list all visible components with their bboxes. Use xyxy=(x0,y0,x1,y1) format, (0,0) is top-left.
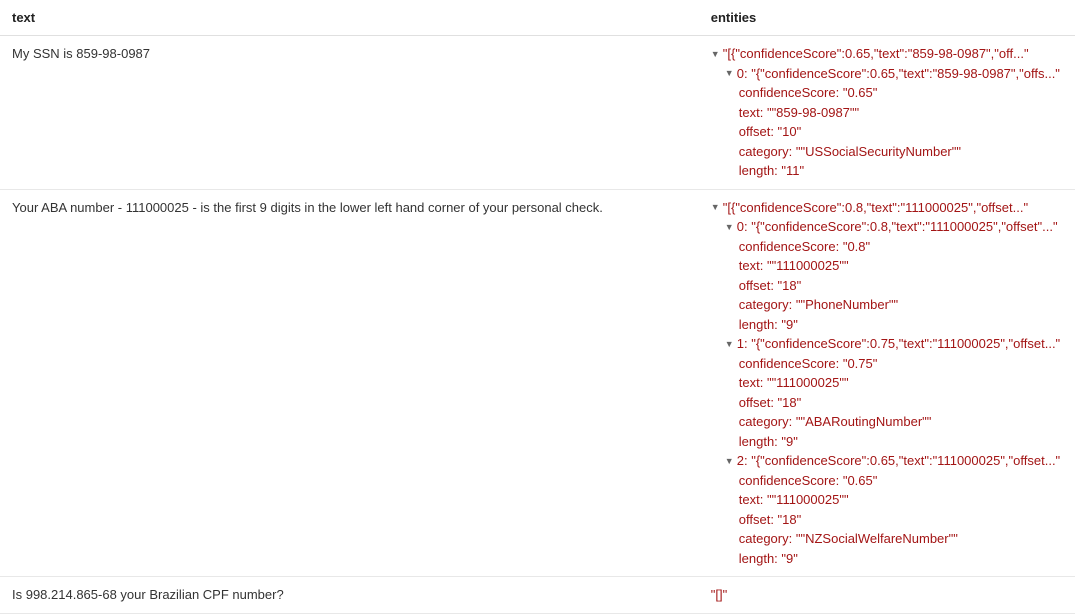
tree-node: length: "9" xyxy=(711,549,1063,569)
table-row: Your ABA number - 111000025 - is the fir… xyxy=(0,189,1075,577)
tree-key: text xyxy=(739,105,760,120)
tree-summary: "[{"confidenceScore":0.65,"text":"859-98… xyxy=(723,46,1029,61)
results-table: text entities My SSN is 859-98-0987▼"[{"… xyxy=(0,0,1075,614)
tree-key: confidenceScore xyxy=(739,356,836,371)
tree-node: text: ""859-98-0987"" xyxy=(711,103,1063,123)
tree-value: ""111000025"" xyxy=(767,375,849,390)
tree-node: category: ""PhoneNumber"" xyxy=(711,295,1063,315)
cell-text: Your ABA number - 111000025 - is the fir… xyxy=(0,189,699,577)
expand-toggle-icon[interactable]: ▼ xyxy=(725,67,735,81)
tree-key: 0 xyxy=(737,66,744,81)
column-header-entities[interactable]: entities xyxy=(699,0,1075,36)
tree-key: confidenceScore xyxy=(739,239,836,254)
cell-entities: "[]" xyxy=(699,577,1075,614)
tree-summary: "{"confidenceScore":0.65,"text":"859-98-… xyxy=(751,66,1060,81)
tree-summary: "[]" xyxy=(711,587,727,602)
tree-value: "10" xyxy=(778,124,802,139)
tree-node[interactable]: ▼2: "{"confidenceScore":0.65,"text":"111… xyxy=(711,451,1063,471)
tree-key: offset xyxy=(739,124,771,139)
tree-summary: "{"confidenceScore":0.75,"text":"1110000… xyxy=(751,336,1060,351)
tree-key: category xyxy=(739,144,789,159)
tree-node[interactable]: ▼0: "{"confidenceScore":0.8,"text":"1110… xyxy=(711,217,1063,237)
tree-node: offset: "18" xyxy=(711,510,1063,530)
tree-node: category: ""ABARoutingNumber"" xyxy=(711,412,1063,432)
tree-key: length xyxy=(739,434,774,449)
tree-value: ""PhoneNumber"" xyxy=(796,297,898,312)
expand-toggle-icon[interactable]: ▼ xyxy=(711,201,721,215)
tree-key: offset xyxy=(739,278,771,293)
tree-node[interactable]: ▼"[{"confidenceScore":0.8,"text":"111000… xyxy=(711,198,1063,218)
tree-key: confidenceScore xyxy=(739,473,836,488)
tree-key: 0 xyxy=(737,219,744,234)
tree-value: ""111000025"" xyxy=(767,492,849,507)
cell-text: Is 998.214.865-68 your Brazilian CPF num… xyxy=(0,577,699,614)
tree-key: category xyxy=(739,297,789,312)
table-row: Is 998.214.865-68 your Brazilian CPF num… xyxy=(0,577,1075,614)
tree-value: "0.65" xyxy=(843,85,878,100)
tree-key: category xyxy=(739,414,789,429)
table-row: My SSN is 859-98-0987▼"[{"confidenceScor… xyxy=(0,36,1075,190)
tree-key: text xyxy=(739,375,760,390)
tree-key: length xyxy=(739,317,774,332)
cell-entities: ▼"[{"confidenceScore":0.65,"text":"859-9… xyxy=(699,36,1075,190)
tree-summary: "[{"confidenceScore":0.8,"text":"1110000… xyxy=(723,200,1028,215)
tree-node: category: ""NZSocialWelfareNumber"" xyxy=(711,529,1063,549)
tree-node: text: ""111000025"" xyxy=(711,256,1063,276)
tree-node: offset: "10" xyxy=(711,122,1063,142)
tree-value: ""ABARoutingNumber"" xyxy=(796,414,932,429)
tree-value: "9" xyxy=(781,317,797,332)
expand-toggle-icon[interactable]: ▼ xyxy=(725,455,735,469)
tree-key: confidenceScore xyxy=(739,85,836,100)
tree-key: 2 xyxy=(737,453,744,468)
tree-node: offset: "18" xyxy=(711,276,1063,296)
expand-toggle-icon[interactable]: ▼ xyxy=(725,338,735,352)
tree-value: "9" xyxy=(781,434,797,449)
tree-value: "9" xyxy=(781,551,797,566)
tree-key: offset xyxy=(739,395,771,410)
cell-entities: ▼"[{"confidenceScore":0.8,"text":"111000… xyxy=(699,189,1075,577)
tree-key: offset xyxy=(739,512,771,527)
tree-node: offset: "18" xyxy=(711,393,1063,413)
tree-node: text: ""111000025"" xyxy=(711,490,1063,510)
tree-node: confidenceScore: "0.75" xyxy=(711,354,1063,374)
tree-summary: "{"confidenceScore":0.8,"text":"11100002… xyxy=(751,219,1057,234)
tree-key: text xyxy=(739,258,760,273)
tree-node: confidenceScore: "0.8" xyxy=(711,237,1063,257)
tree-key: category xyxy=(739,531,789,546)
tree-node[interactable]: ▼0: "{"confidenceScore":0.65,"text":"859… xyxy=(711,64,1063,84)
expand-toggle-icon[interactable]: ▼ xyxy=(711,48,721,62)
tree-value: "0.65" xyxy=(843,473,878,488)
tree-value: ""111000025"" xyxy=(767,258,849,273)
expand-toggle-icon[interactable]: ▼ xyxy=(725,221,735,235)
tree-value: ""NZSocialWelfareNumber"" xyxy=(796,531,958,546)
cell-text: My SSN is 859-98-0987 xyxy=(0,36,699,190)
tree-value: ""859-98-0987"" xyxy=(767,105,859,120)
tree-value: "18" xyxy=(778,512,802,527)
tree-node: "[]" xyxy=(711,585,1063,605)
tree-key: length xyxy=(739,163,774,178)
tree-value: "0.75" xyxy=(843,356,878,371)
tree-node: category: ""USSocialSecurityNumber"" xyxy=(711,142,1063,162)
tree-node[interactable]: ▼"[{"confidenceScore":0.65,"text":"859-9… xyxy=(711,44,1063,64)
tree-node: length: "11" xyxy=(711,161,1063,181)
tree-value: "11" xyxy=(781,163,804,178)
tree-value: "18" xyxy=(778,395,802,410)
tree-key: 1 xyxy=(737,336,744,351)
tree-value: ""USSocialSecurityNumber"" xyxy=(796,144,961,159)
tree-node: confidenceScore: "0.65" xyxy=(711,471,1063,491)
tree-value: "18" xyxy=(778,278,802,293)
tree-node: text: ""111000025"" xyxy=(711,373,1063,393)
tree-node: length: "9" xyxy=(711,315,1063,335)
tree-key: length xyxy=(739,551,774,566)
tree-node: length: "9" xyxy=(711,432,1063,452)
tree-key: text xyxy=(739,492,760,507)
tree-value: "0.8" xyxy=(843,239,870,254)
tree-summary: "{"confidenceScore":0.65,"text":"1110000… xyxy=(751,453,1060,468)
tree-node: confidenceScore: "0.65" xyxy=(711,83,1063,103)
column-header-text[interactable]: text xyxy=(0,0,699,36)
tree-node[interactable]: ▼1: "{"confidenceScore":0.75,"text":"111… xyxy=(711,334,1063,354)
